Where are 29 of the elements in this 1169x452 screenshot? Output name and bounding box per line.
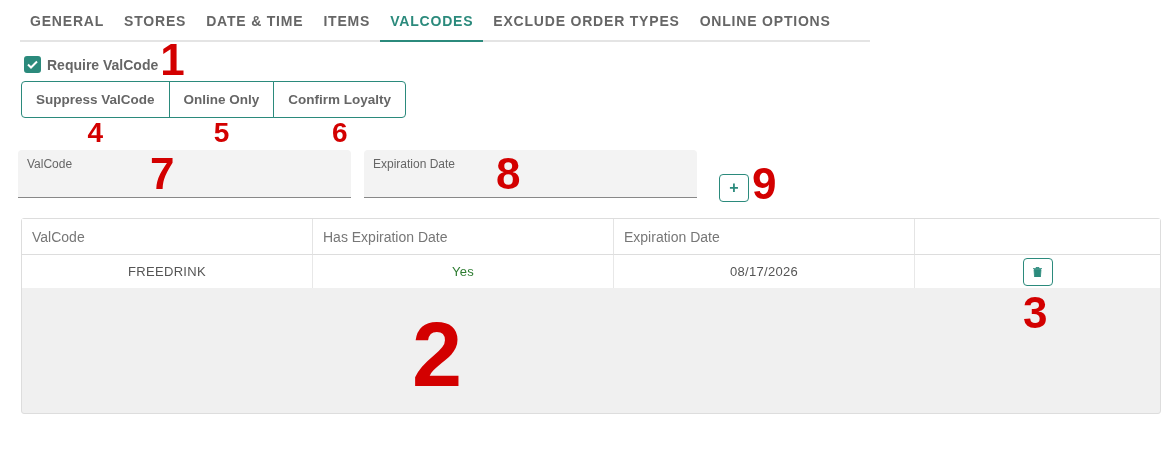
annotation-number: 9 [752, 162, 777, 206]
tab[interactable]: EXCLUDE ORDER TYPES [483, 0, 690, 42]
annotation-number: 7 [150, 152, 175, 196]
add-button[interactable]: + [719, 174, 749, 202]
table-cell: Yes [313, 255, 614, 288]
option-button[interactable]: Online Only [168, 81, 275, 118]
column-header: ValCode [22, 219, 313, 255]
column-header: Expiration Date [614, 219, 915, 255]
annotation-number: 8 [496, 152, 521, 196]
table-cell: 08/17/2026 [614, 255, 915, 288]
trash-icon [1033, 266, 1042, 277]
table-cell: FREEDRINK [22, 255, 313, 288]
annotation-number: 6 [331, 119, 348, 147]
tab[interactable]: GENERAL [20, 0, 115, 42]
tab[interactable]: VALCODES [380, 0, 484, 42]
tab[interactable]: ITEMS [313, 0, 381, 42]
option-button[interactable]: Suppress ValCode [21, 81, 170, 118]
column-header: Has Expiration Date [313, 219, 614, 255]
checkbox-label: Require ValCode [47, 56, 159, 73]
delete-button[interactable] [1022, 257, 1053, 286]
annotation-number: 4 [87, 119, 104, 147]
annotation-number: 5 [213, 119, 230, 147]
option-button[interactable]: Confirm Loyalty [273, 81, 407, 118]
tab[interactable]: ONLINE OPTIONS [689, 0, 841, 42]
annotation-number: 2 [412, 310, 463, 400]
check-icon [27, 60, 38, 69]
tab[interactable]: DATE & TIME [196, 0, 314, 42]
checkbox[interactable] [24, 56, 41, 73]
annotation-number: 3 [1023, 291, 1048, 335]
